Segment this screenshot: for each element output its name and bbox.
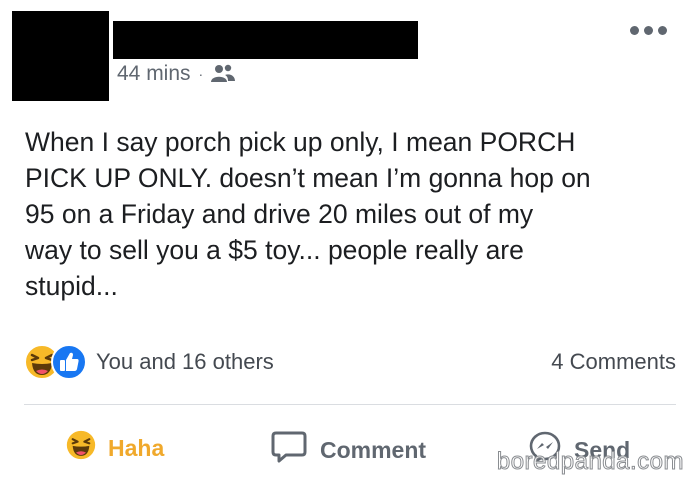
divider [24,404,676,405]
post-timestamp[interactable]: 44 mins [117,62,191,86]
comment-button[interactable]: Comment [270,430,426,470]
author-avatar-redacted[interactable] [12,11,109,101]
more-options-icon[interactable] [630,26,667,35]
more-dot [658,26,667,35]
more-dot [630,26,639,35]
reactions-summary[interactable]: You and 16 others [24,344,274,380]
meta-separator: · [198,66,204,82]
watermark: boredpanda.com [496,448,684,476]
more-dot [644,26,653,35]
haha-label: Haha [108,434,165,461]
haha-icon [66,430,96,466]
comments-count-link[interactable]: 4 Comments [551,349,676,375]
like-icon [51,344,87,380]
author-name-redacted[interactable] [113,21,418,59]
comment-label: Comment [320,436,427,463]
reactions-label: You and 16 others [96,349,274,374]
post-meta: 44 mins · [117,62,236,86]
comment-icon [270,430,308,470]
haha-button[interactable]: Haha [66,430,164,466]
post-text: When I say porch pick up only, I mean PO… [25,127,591,301]
friends-icon[interactable] [211,64,236,84]
